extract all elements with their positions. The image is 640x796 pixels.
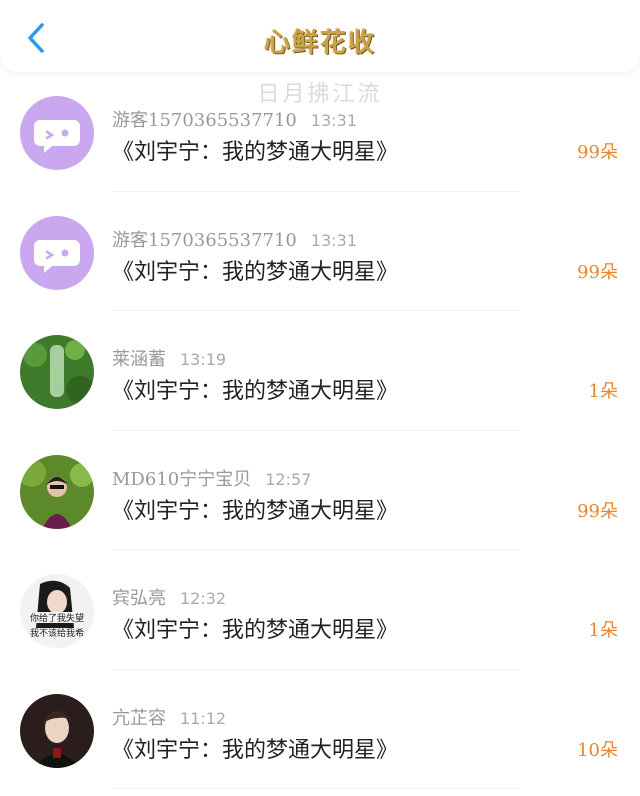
list-item[interactable]: 游客1570365537710 13:31 《刘宇宁：我的梦通大明星》 99朵 — [0, 72, 640, 192]
item-meta: MD610宁宁宝贝 12:57 — [112, 465, 311, 491]
anime-character-avatar-icon — [20, 693, 94, 768]
song-title: 《刘宇宁：我的梦通大明星》 — [112, 379, 399, 404]
flower-count: 99朵 — [577, 500, 618, 522]
list-item[interactable]: 亢芷容 11:12 《刘宇宁：我的梦通大明星》 10朵 — [0, 670, 640, 789]
gift-list: 游客1570365537710 13:31 《刘宇宁：我的梦通大明星》 99朵 游… — [0, 72, 640, 789]
flower-count: 1朵 — [588, 381, 618, 402]
chat-bubble-avatar-icon — [20, 215, 94, 290]
username: 亢芷容 — [112, 707, 166, 729]
item-meta: 游客1570365537710 13:31 — [112, 106, 357, 132]
chat-bubble-avatar-icon — [20, 96, 94, 170]
timestamp: 13:31 — [310, 230, 357, 250]
username: 游客1570365537710 — [112, 110, 297, 131]
person-photo-avatar-icon — [20, 454, 94, 529]
meme-photo-avatar-icon: 你给了我失望 我不该给我希 — [20, 574, 94, 648]
avatar[interactable]: 你给了我失望 我不该给我希 — [20, 574, 94, 648]
timestamp: 11:12 — [180, 708, 227, 728]
avatar-caption-1: 你给了我失望 — [30, 612, 84, 624]
page-title: 心鲜花收 — [263, 28, 376, 58]
timestamp: 13:31 — [310, 111, 357, 130]
username: 莱涵蓄 — [112, 349, 166, 370]
plant-photo-avatar-icon — [20, 335, 94, 409]
timestamp: 12:57 — [265, 469, 312, 489]
flower-count: 1朵 — [588, 620, 618, 641]
avatar-caption-2: 我不该给我希 — [30, 627, 84, 639]
flower-count: 99朵 — [577, 261, 618, 283]
item-meta: 亢芷容 11:12 — [112, 704, 226, 730]
song-title: 《刘宇宁：我的梦通大明星》 — [112, 140, 399, 165]
avatar[interactable] — [20, 693, 94, 768]
item-meta: 游客1570365537710 13:31 — [112, 226, 357, 252]
item-meta: 宾弘亮 12:32 — [112, 584, 226, 610]
avatar[interactable] — [20, 454, 94, 529]
song-title: 《刘宇宁：我的梦通大明星》 — [112, 737, 399, 763]
username: 游客1570365537710 — [112, 229, 297, 251]
list-item[interactable]: 游客1570365537710 13:31 《刘宇宁：我的梦通大明星》 99朵 — [0, 192, 640, 311]
divider — [112, 788, 520, 789]
flower-count: 10朵 — [577, 739, 618, 761]
item-meta: 莱涵蓄 13:19 — [112, 345, 226, 371]
username: MD610宁宁宝贝 — [112, 468, 252, 490]
song-title: 《刘宇宁：我的梦通大明星》 — [112, 259, 399, 285]
flower-count: 99朵 — [577, 142, 618, 163]
list-item[interactable]: MD610宁宁宝贝 12:57 《刘宇宁：我的梦通大明星》 99朵 — [0, 431, 640, 550]
avatar[interactable] — [20, 335, 94, 409]
song-title: 《刘宇宁：我的梦通大明星》 — [112, 498, 399, 524]
avatar[interactable] — [20, 96, 94, 170]
timestamp: 13:19 — [180, 350, 227, 369]
list-item[interactable]: 你给了我失望 我不该给我希 宾弘亮 12:32 《刘宇宁：我的梦通大明星》 1朵 — [0, 550, 640, 670]
song-title: 《刘宇宁：我的梦通大明星》 — [112, 618, 399, 643]
list-item[interactable]: 莱涵蓄 13:19 《刘宇宁：我的梦通大明星》 1朵 — [0, 311, 640, 431]
username: 宾弘亮 — [112, 588, 166, 609]
top-bar: 心鲜花收 — [0, 0, 640, 72]
timestamp: 12:32 — [180, 589, 227, 608]
avatar[interactable] — [20, 215, 94, 290]
